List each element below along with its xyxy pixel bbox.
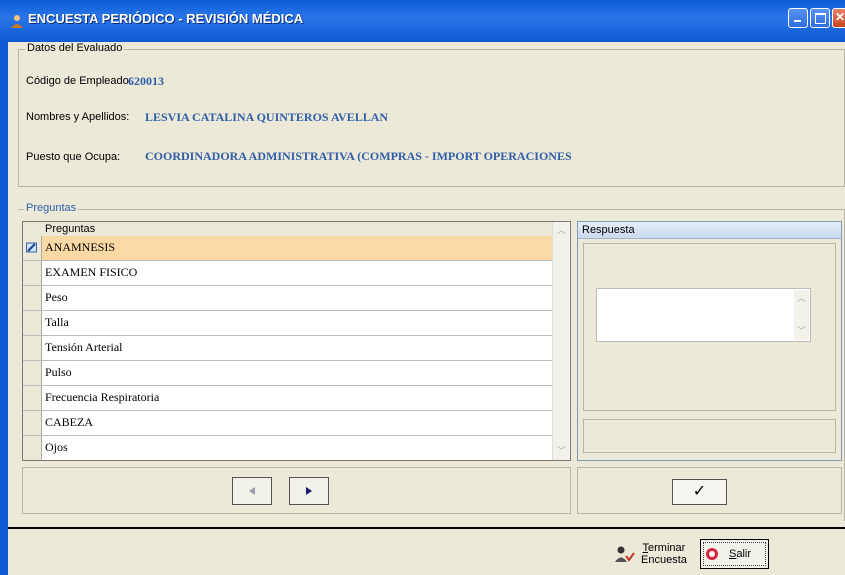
question-cell: Pulso: [45, 365, 72, 379]
respuesta-input[interactable]: [596, 288, 811, 342]
edit-pencil-icon: [26, 242, 37, 253]
question-cell: Peso: [45, 290, 68, 304]
next-button[interactable]: [289, 477, 329, 505]
row-selector[interactable]: [23, 236, 42, 260]
respuesta-scrollbar[interactable]: ︿ ﹀: [794, 290, 809, 340]
preguntas-legend: Preguntas: [24, 202, 79, 214]
table-row[interactable]: Ojos: [23, 436, 553, 460]
scroll-up-icon[interactable]: ︿: [795, 292, 808, 305]
row-selector[interactable]: [23, 436, 42, 460]
person-check-icon: [615, 546, 635, 562]
row-selector[interactable]: [23, 411, 42, 435]
salir-label: Salir: [729, 548, 752, 560]
puesto-value: COORDINADORA ADMINISTRATIVA (COMPRAS - I…: [145, 149, 572, 163]
person-icon: [11, 15, 23, 28]
close-button[interactable]: [832, 8, 845, 28]
question-cell: CABEZA: [45, 415, 93, 429]
scroll-down-icon[interactable]: ﹀: [555, 445, 568, 458]
row-selector[interactable]: [23, 261, 42, 285]
table-row[interactable]: Frecuencia Respiratoria: [23, 386, 553, 411]
maximize-button[interactable]: [810, 8, 830, 28]
nombres-label: Nombres y Apellidos:: [26, 111, 130, 123]
question-cell: Ojos: [45, 440, 68, 454]
row-selector[interactable]: [23, 386, 42, 410]
column-header-preguntas: Preguntas: [45, 223, 96, 235]
question-cell: Tensión Arterial: [45, 340, 123, 354]
previous-button[interactable]: [232, 477, 272, 505]
table-row[interactable]: Tensión Arterial: [23, 336, 553, 361]
codigo-label: Código de Empleado:: [26, 75, 132, 87]
question-cell: EXAMEN FISICO: [45, 265, 138, 279]
table-row[interactable]: Pulso: [23, 361, 553, 386]
table-row[interactable]: Talla: [23, 311, 553, 336]
questions-grid[interactable]: Preguntas ANAMNESIS EXAMEN FISICO Peso Tall…: [22, 221, 571, 461]
row-selector[interactable]: [23, 286, 42, 310]
question-cell: Talla: [45, 315, 69, 329]
row-selector[interactable]: [23, 311, 42, 335]
respuesta-panel: Respuesta ︿ ﹀: [577, 221, 842, 461]
title-bar: ENCUESTA PERIÓDICO - REVISIÓN MÉDICA: [0, 0, 845, 42]
table-row[interactable]: EXAMEN FISICO: [23, 261, 553, 286]
triangle-right-icon: [306, 487, 312, 495]
table-row[interactable]: Peso: [23, 286, 553, 311]
terminar-line2: Encuesta: [641, 554, 687, 566]
terminar-line1: Terminar: [642, 542, 686, 554]
triangle-left-icon: [249, 487, 255, 495]
terminar-encuesta-button[interactable]: Terminar Encuesta: [615, 542, 687, 566]
confirm-button[interactable]: ✓: [672, 479, 727, 505]
respuesta-status-panel: [583, 419, 836, 453]
table-row[interactable]: ANAMNESIS: [23, 236, 553, 261]
question-cell: Frecuencia Respiratoria: [45, 390, 160, 404]
window-border: [0, 42, 8, 575]
evaluado-group: Datos del Evaluado: [18, 42, 845, 187]
minimize-button[interactable]: [788, 8, 808, 28]
respuesta-header-label: Respuesta: [582, 224, 635, 236]
respuesta-header: Respuesta: [578, 222, 841, 239]
evaluado-legend: Datos del Evaluado: [25, 42, 125, 54]
salir-button[interactable]: Salir: [700, 539, 769, 569]
scroll-up-icon[interactable]: ︿: [555, 224, 568, 237]
nombres-value: LESVIA CATALINA QUINTEROS AVELLAN: [145, 110, 389, 124]
checkmark-icon: ✓: [692, 483, 707, 500]
grid-scrollbar[interactable]: ︿ ﹀: [552, 222, 570, 460]
grid-header: Preguntas: [23, 222, 553, 237]
window-title: ENCUESTA PERIÓDICO - REVISIÓN MÉDICA: [28, 11, 304, 26]
row-selector[interactable]: [23, 336, 42, 360]
row-selector[interactable]: [23, 361, 42, 385]
exit-icon: [706, 548, 718, 560]
scroll-down-icon[interactable]: ﹀: [795, 325, 808, 338]
puesto-label: Puesto que Ocupa:: [26, 151, 121, 163]
table-row[interactable]: CABEZA: [23, 411, 553, 436]
question-cell: ANAMNESIS: [45, 240, 116, 254]
codigo-value: 620013: [128, 74, 164, 88]
